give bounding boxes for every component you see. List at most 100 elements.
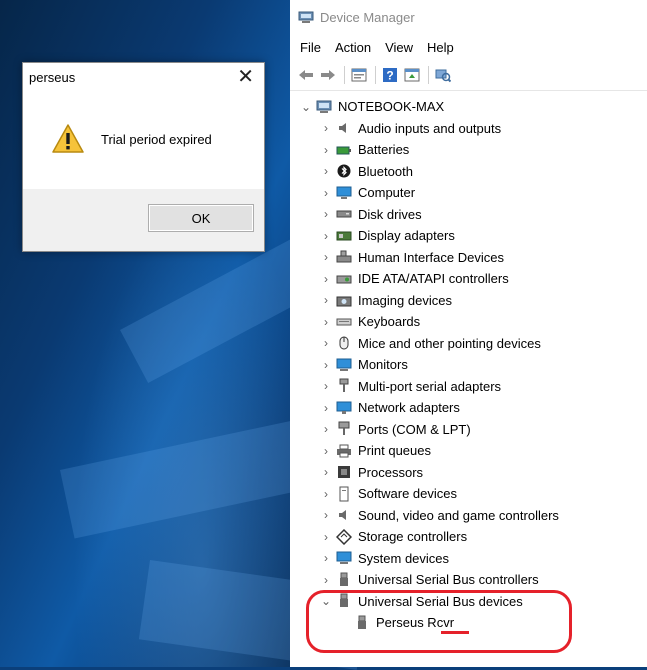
software-device-icon bbox=[336, 486, 352, 502]
tree-category-label: Processors bbox=[358, 464, 424, 480]
mouse-icon bbox=[336, 335, 352, 351]
tree-category-label: Imaging devices bbox=[358, 292, 452, 308]
tree-category-label: Audio inputs and outputs bbox=[358, 120, 502, 136]
tree-category-4[interactable]: › Disk drives bbox=[290, 204, 647, 226]
dialog-body: Trial period expired bbox=[23, 91, 264, 187]
red-highlight-ellipse bbox=[306, 590, 572, 653]
chevron-right-icon[interactable]: › bbox=[320, 250, 332, 264]
speaker-icon bbox=[336, 120, 352, 136]
chevron-right-icon[interactable]: › bbox=[320, 573, 332, 587]
chevron-right-icon[interactable]: › bbox=[320, 315, 332, 329]
tree-category-label: Bluetooth bbox=[358, 163, 413, 179]
tree-category-9[interactable]: › Keyboards bbox=[290, 311, 647, 333]
chevron-right-icon[interactable]: › bbox=[320, 487, 332, 501]
tree-category-3[interactable]: › Computer bbox=[290, 182, 647, 204]
processor-icon bbox=[336, 464, 352, 480]
tree-root[interactable]: ⌄ NOTEBOOK-MAX bbox=[290, 96, 647, 118]
dialog-footer: OK bbox=[23, 189, 264, 251]
device-tree-area: ⌄ NOTEBOOK-MAX › Audio inputs and outputs… bbox=[290, 0, 647, 667]
tree-category-label: Network adapters bbox=[358, 400, 460, 416]
ok-button[interactable]: OK bbox=[148, 204, 254, 232]
tree-category-label: System devices bbox=[358, 550, 450, 566]
chevron-right-icon[interactable]: › bbox=[320, 336, 332, 350]
chevron-right-icon[interactable]: › bbox=[320, 272, 332, 286]
computer-icon bbox=[336, 185, 352, 201]
chevron-right-icon[interactable]: › bbox=[320, 143, 332, 157]
tree-category-13[interactable]: › Network adapters bbox=[290, 397, 647, 419]
tree-category-14[interactable]: › Ports (COM & LPT) bbox=[290, 419, 647, 441]
tree-category-8[interactable]: › Imaging devices bbox=[290, 290, 647, 312]
tree-category-5[interactable]: › Display adapters bbox=[290, 225, 647, 247]
tree-category-20[interactable]: › System devices bbox=[290, 548, 647, 570]
chevron-right-icon[interactable]: › bbox=[320, 379, 332, 393]
printer-icon bbox=[336, 443, 352, 459]
disk-drive-icon bbox=[336, 206, 352, 222]
chevron-right-icon[interactable]: › bbox=[320, 530, 332, 544]
tree-category-label: Mice and other pointing devices bbox=[358, 335, 541, 351]
chevron-right-icon[interactable]: › bbox=[320, 465, 332, 479]
tree-category-label: IDE ATA/ATAPI controllers bbox=[358, 271, 509, 287]
tree-category-0[interactable]: › Audio inputs and outputs bbox=[290, 118, 647, 140]
tree-category-label: Ports (COM & LPT) bbox=[358, 421, 471, 437]
tree-category-19[interactable]: › Storage controllers bbox=[290, 526, 647, 548]
chevron-right-icon[interactable]: › bbox=[320, 401, 332, 415]
device-tree: ⌄ NOTEBOOK-MAX › Audio inputs and outputs… bbox=[290, 96, 647, 634]
port-icon bbox=[336, 421, 352, 437]
chevron-right-icon[interactable]: › bbox=[320, 358, 332, 372]
system-icon bbox=[336, 550, 352, 566]
monitor-icon bbox=[336, 357, 352, 373]
chevron-right-icon[interactable]: › bbox=[320, 293, 332, 307]
tree-category-1[interactable]: › Batteries bbox=[290, 139, 647, 161]
chevron-right-icon[interactable]: › bbox=[320, 444, 332, 458]
tree-category-label: Software devices bbox=[358, 486, 457, 502]
tree-category-11[interactable]: › Monitors bbox=[290, 354, 647, 376]
chevron-right-icon[interactable]: › bbox=[320, 121, 332, 135]
chevron-right-icon[interactable]: › bbox=[320, 164, 332, 178]
tree-category-label: Keyboards bbox=[358, 314, 421, 330]
close-icon[interactable]: ✕ bbox=[237, 66, 254, 88]
chevron-right-icon[interactable]: › bbox=[320, 186, 332, 200]
chevron-right-icon[interactable]: › bbox=[320, 422, 332, 436]
tree-category-label: Monitors bbox=[358, 357, 408, 373]
battery-icon bbox=[336, 142, 352, 158]
chevron-right-icon[interactable]: › bbox=[320, 508, 332, 522]
tree-category-21[interactable]: › Universal Serial Bus controllers bbox=[290, 569, 647, 591]
tree-category-2[interactable]: › Bluetooth bbox=[290, 161, 647, 183]
warning-icon bbox=[52, 124, 84, 153]
network-adapter-icon bbox=[336, 400, 352, 416]
chevron-down-icon[interactable]: ⌄ bbox=[300, 100, 312, 114]
camera-icon bbox=[336, 292, 352, 308]
tree-category-18[interactable]: › Sound, video and game controllers bbox=[290, 505, 647, 527]
ide-controller-icon bbox=[336, 271, 352, 287]
sound-icon bbox=[336, 507, 352, 523]
usb-icon bbox=[336, 572, 352, 588]
chevron-right-icon[interactable]: › bbox=[320, 229, 332, 243]
tree-category-16[interactable]: › Processors bbox=[290, 462, 647, 484]
tree-category-15[interactable]: › Print queues bbox=[290, 440, 647, 462]
computer-icon bbox=[316, 99, 332, 115]
dialog-title: perseus bbox=[29, 69, 76, 85]
tree-category-label: Disk drives bbox=[358, 206, 422, 222]
red-underline bbox=[441, 631, 469, 634]
tree-category-6[interactable]: › Human Interface Devices bbox=[290, 247, 647, 269]
tree-category-label: Universal Serial Bus controllers bbox=[358, 572, 539, 588]
message-dialog: perseus ✕ Trial period expired OK bbox=[22, 62, 265, 252]
tree-category-label: Display adapters bbox=[358, 228, 455, 244]
hid-icon bbox=[336, 249, 352, 265]
tree-category-10[interactable]: › Mice and other pointing devices bbox=[290, 333, 647, 355]
tree-category-17[interactable]: › Software devices bbox=[290, 483, 647, 505]
tree-root-label: NOTEBOOK-MAX bbox=[338, 99, 445, 115]
display-adapter-icon bbox=[336, 228, 352, 244]
storage-icon bbox=[336, 528, 352, 545]
tree-category-12[interactable]: › Multi-port serial adapters bbox=[290, 376, 647, 398]
chevron-right-icon[interactable]: › bbox=[320, 551, 332, 565]
tree-category-label: Batteries bbox=[358, 142, 410, 158]
tree-category-7[interactable]: › IDE ATA/ATAPI controllers bbox=[290, 268, 647, 290]
tree-category-label: Storage controllers bbox=[358, 529, 468, 545]
category-list: › Audio inputs and outputs › Batteries › Blue… bbox=[290, 118, 647, 613]
tree-category-label: Multi-port serial adapters bbox=[358, 378, 502, 394]
bluetooth-icon bbox=[336, 163, 352, 179]
tree-category-label: Sound, video and game controllers bbox=[358, 507, 559, 523]
tree-category-label: Human Interface Devices bbox=[358, 249, 504, 265]
chevron-right-icon[interactable]: › bbox=[320, 207, 332, 221]
